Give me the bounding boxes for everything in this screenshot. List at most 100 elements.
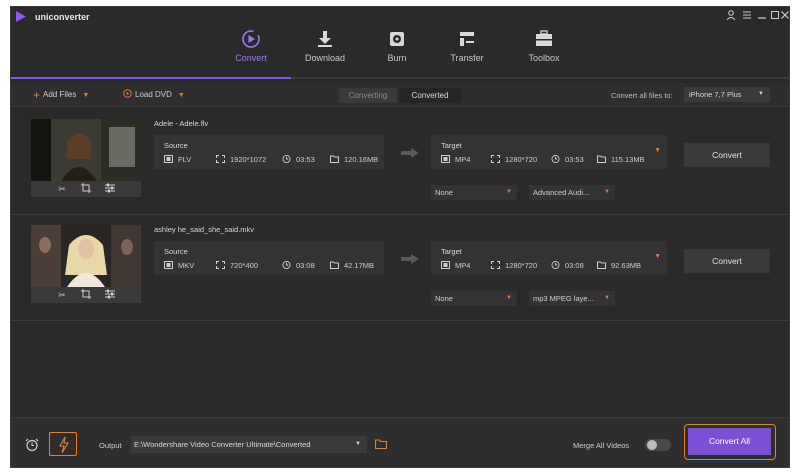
- source-format-value: MKV: [178, 261, 195, 270]
- chevron-down-icon[interactable]: ▼: [654, 253, 661, 260]
- chevron-down-icon: ▼: [604, 189, 610, 195]
- add-files-label: Add Files: [43, 90, 77, 100]
- resolution-icon: [216, 261, 225, 269]
- chevron-down-icon[interactable]: ▼: [82, 92, 89, 99]
- video-thumbnail[interactable]: [31, 225, 141, 287]
- target-size-value: 115.13MB: [611, 155, 645, 164]
- convert-button[interactable]: Convert: [684, 143, 770, 167]
- crop-icon[interactable]: [80, 289, 92, 301]
- menu-icon[interactable]: [741, 10, 753, 22]
- chevron-down-icon: ▼: [758, 91, 764, 97]
- effects-icon[interactable]: [104, 183, 116, 195]
- convert-button[interactable]: Convert: [684, 249, 770, 273]
- chevron-down-icon: ▼: [506, 189, 512, 195]
- tab-transfer[interactable]: Transfer: [437, 25, 497, 81]
- lightning-icon: [59, 436, 69, 454]
- output-path-select[interactable]: E:\Wondershare Video Converter Ultimate\…: [131, 436, 367, 453]
- alarm-clock-icon[interactable]: [25, 438, 39, 452]
- tab-burn[interactable]: Burn: [367, 25, 427, 81]
- source-duration-value: 03:53: [296, 155, 315, 164]
- target-info[interactable]: Target MP4 1280*720 03:08 92.63MB ▼: [431, 241, 667, 275]
- source-size-value: 120.16MB: [344, 155, 379, 164]
- source-format-value: FLV: [178, 155, 192, 164]
- source-size: 120.16MB: [330, 155, 378, 164]
- source-duration-value: 03:08: [296, 261, 315, 270]
- close-icon[interactable]: [779, 10, 789, 22]
- high-speed-toggle[interactable]: [49, 432, 77, 456]
- target-title: Target: [441, 247, 462, 256]
- audio-select[interactable]: Advanced Audi... ▼: [529, 185, 615, 200]
- convert-all-to-value: iPhone 7,7 Plus: [689, 90, 742, 99]
- tab-download-label: Download: [304, 53, 346, 63]
- folder-icon: [330, 261, 339, 269]
- source-title: Source: [164, 247, 188, 256]
- minimize-icon[interactable]: [756, 10, 768, 22]
- film-icon: [441, 261, 450, 269]
- subtitle-select[interactable]: None ▼: [431, 291, 517, 306]
- resolution-icon: [491, 155, 500, 163]
- tab-download[interactable]: Download: [295, 25, 355, 81]
- tab-toolbox-label: Toolbox: [528, 53, 560, 63]
- convert-all-to-label: Convert all files to:: [611, 91, 673, 100]
- effects-icon[interactable]: [104, 289, 116, 301]
- convert-all-highlight: Convert All: [684, 424, 776, 460]
- chevron-down-icon[interactable]: ▼: [178, 92, 185, 99]
- tab-converted[interactable]: Converted: [399, 88, 461, 103]
- target-title: Target: [441, 141, 462, 150]
- transfer-icon: [460, 32, 474, 46]
- source-size-value: 42.17MB: [344, 261, 375, 270]
- merge-all-toggle[interactable]: [645, 439, 671, 451]
- file-name: ashley he_said_she_said.mkv: [154, 225, 255, 234]
- target-size-value: 92.63MB: [611, 261, 642, 270]
- burn-icon: [390, 32, 404, 46]
- output-label: Output: [99, 441, 122, 450]
- chevron-down-icon: ▼: [355, 441, 361, 447]
- convert-all-button[interactable]: Convert All: [688, 428, 771, 455]
- source-title: Source: [164, 141, 188, 150]
- target-info[interactable]: Target MP4 1280*720 03:53 115.13MB ▼: [431, 135, 667, 169]
- tab-convert-label: Convert: [235, 53, 267, 63]
- main-nav: Convert Download Burn Transfer Toolbox: [11, 25, 789, 81]
- arrow-right-icon: [401, 254, 419, 264]
- chevron-down-icon: ▼: [604, 295, 610, 301]
- target-resolution: 1280*720: [491, 261, 537, 270]
- trim-icon[interactable]: ✂: [56, 289, 68, 301]
- tab-toolbox[interactable]: Toolbox: [514, 25, 574, 81]
- download-icon: [318, 31, 332, 47]
- convert-all-to-select[interactable]: iPhone 7,7 Plus ▼: [684, 87, 770, 102]
- dvd-icon: [123, 89, 132, 98]
- plus-icon: +: [33, 88, 41, 102]
- source-duration: 03:53: [282, 155, 315, 164]
- target-size: 115.13MB: [597, 155, 645, 164]
- audio-select[interactable]: mp3 MPEG laye... ▼: [529, 291, 615, 306]
- open-folder-icon[interactable]: [375, 439, 387, 449]
- tab-converting[interactable]: Converting: [339, 88, 397, 103]
- video-thumbnail[interactable]: [31, 119, 141, 181]
- film-icon: [164, 261, 173, 269]
- target-format-value: MP4: [455, 261, 471, 270]
- tab-burn-label: Burn: [387, 53, 407, 63]
- subtitle-select[interactable]: None ▼: [431, 185, 517, 200]
- source-resolution: 1920*1072: [216, 155, 266, 164]
- file-name: Adele - Adele.flv: [154, 119, 209, 128]
- target-resolution-value: 1280*720: [505, 155, 538, 164]
- source-info: Source MKV 720*400 03:08 42.17MB: [154, 241, 384, 275]
- target-size: 92.63MB: [597, 261, 641, 270]
- file-row: ✂ Adele - Adele.flv Source FLV 1920*1072…: [11, 111, 789, 215]
- trim-icon[interactable]: ✂: [56, 183, 68, 195]
- app-name: uniconverter: [35, 12, 90, 22]
- load-dvd-button[interactable]: Load DVD ▼: [123, 89, 185, 101]
- source-format: MKV: [164, 261, 194, 270]
- film-icon: [164, 155, 173, 163]
- clock-icon: [551, 155, 560, 163]
- tab-convert[interactable]: Convert: [221, 25, 281, 81]
- film-icon: [441, 155, 450, 163]
- add-files-button[interactable]: + Add Files ▼: [33, 89, 89, 101]
- chevron-down-icon[interactable]: ▼: [654, 147, 661, 154]
- crop-icon[interactable]: [80, 183, 92, 195]
- thumbnail-image: [31, 225, 141, 287]
- audio-value: Advanced Audi...: [533, 188, 590, 197]
- source-duration: 03:08: [282, 261, 315, 270]
- account-icon[interactable]: [725, 10, 737, 22]
- resolution-icon: [491, 261, 500, 269]
